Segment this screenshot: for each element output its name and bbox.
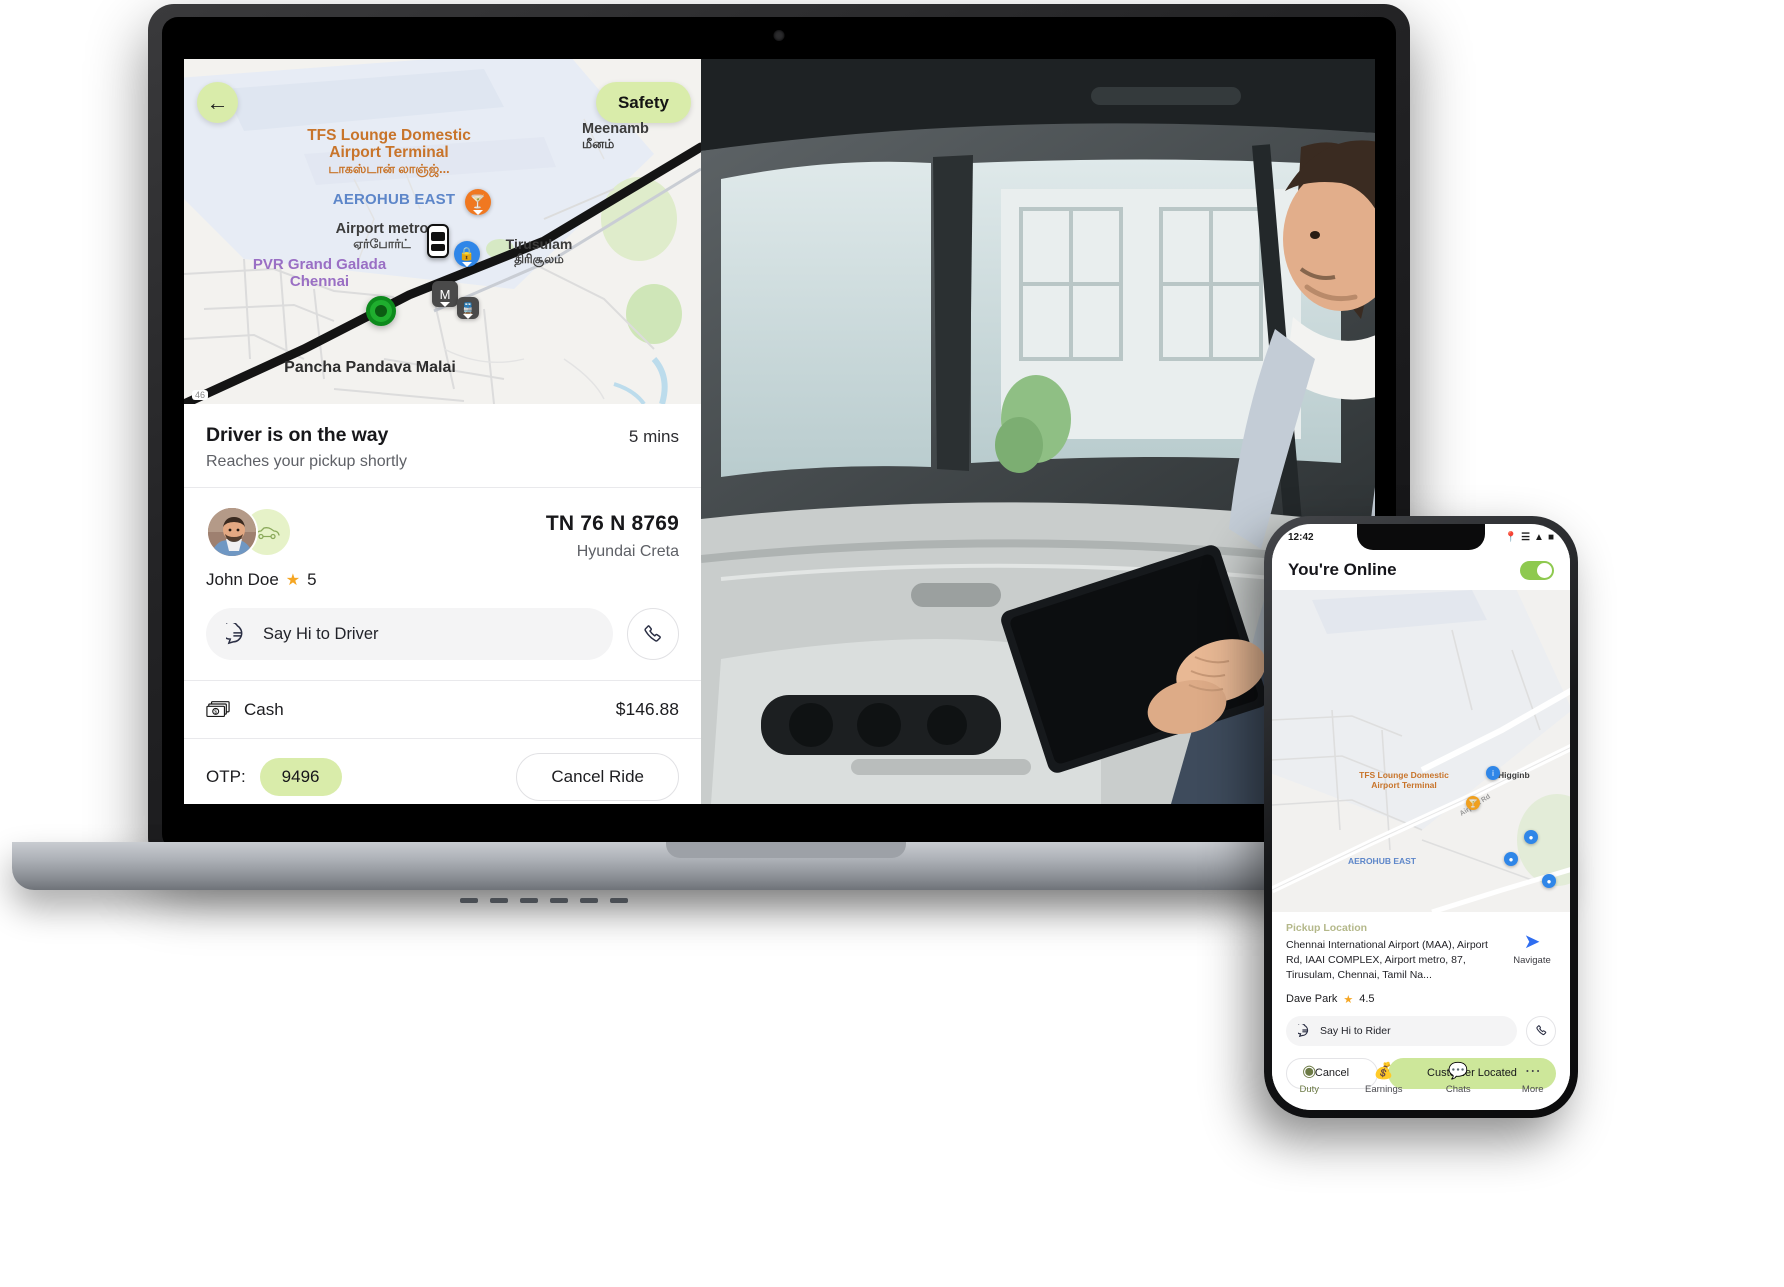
ride-eta: 5 mins	[628, 427, 679, 446]
laptop-trackpad-notch	[666, 842, 906, 858]
driver-block: John Doe ★ 5 TN 76 N 8769 Hyundai Creta	[184, 488, 701, 590]
phone-map-graphics	[1272, 590, 1570, 912]
lock-poi-icon[interactable]: 🔒	[454, 241, 480, 267]
driver-rating: 5	[307, 570, 317, 589]
rider-row: Dave Park ★ 4.5	[1272, 983, 1570, 1006]
ride-status-title: Driver is on the way	[206, 424, 389, 446]
say-hi-to-driver-label: Say Hi to Driver	[263, 624, 379, 643]
pickup-pin-icon	[366, 296, 396, 326]
call-rider-button[interactable]	[1526, 1015, 1556, 1046]
safety-button[interactable]: Safety	[595, 82, 691, 123]
laptop-vent-dots	[460, 898, 628, 903]
contact-row: Say Hi to Driver	[184, 590, 701, 680]
vehicle-plate: TN 76 N 8769	[545, 512, 679, 535]
tab-more-label: More	[1521, 1083, 1544, 1095]
earnings-icon: 💰	[1373, 1062, 1394, 1080]
ride-status-subtitle: Reaches your pickup shortly	[206, 453, 407, 470]
status-time: 12:42	[1288, 531, 1314, 543]
online-status-title: You're Online	[1288, 560, 1397, 579]
status-icons: 📍 ☰ ▲ ■	[1505, 532, 1554, 543]
webcam-icon	[773, 30, 785, 41]
online-status-row: You're Online	[1272, 550, 1570, 590]
chat-bubble-icon	[226, 622, 243, 644]
phone-map[interactable]: TFS Lounge Domestic Airport Terminal AER…	[1272, 590, 1570, 912]
navigation-arrow-icon: ➤	[1523, 931, 1541, 953]
driver-name: John Doe	[206, 570, 279, 589]
ride-map[interactable]: ← Safety TFS Lounge Domestic Airport Ter…	[184, 59, 701, 404]
phone-icon	[644, 625, 661, 642]
screenshot-root: ← Safety TFS Lounge Domestic Airport Ter…	[0, 0, 1784, 1287]
rider-name: Dave Park	[1286, 993, 1338, 1006]
tab-earnings[interactable]: 💰 Earnings	[1347, 1062, 1422, 1095]
ride-sheet: Driver is on the way Reaches your pickup…	[184, 404, 701, 804]
car-marker-icon	[427, 224, 449, 258]
avatar	[206, 506, 258, 558]
signal-icon: ☰	[1521, 531, 1531, 543]
star-icon: ★	[1343, 993, 1354, 1006]
pin-poi-icon[interactable]: ●	[1504, 852, 1518, 866]
arrow-left-icon: ←	[206, 89, 229, 115]
driver-name-row: John Doe ★ 5	[206, 570, 317, 590]
tab-chats-label: Chats	[1445, 1083, 1471, 1095]
navigate-label: Navigate	[1513, 955, 1551, 966]
map-back-button[interactable]: ←	[197, 82, 238, 123]
online-toggle[interactable]	[1520, 560, 1554, 580]
cash-icon: $	[206, 700, 230, 717]
phone-device: 12:42 📍 ☰ ▲ ■ You're Online TFS Lounge D…	[1264, 516, 1578, 1118]
vehicle-info: TN 76 N 8769 Hyundai Creta	[546, 506, 679, 561]
ride-panel: ← Safety TFS Lounge Domestic Airport Ter…	[184, 59, 701, 804]
chat-bubble-icon	[1298, 1023, 1309, 1037]
steering-wheel-icon: ◉	[1302, 1062, 1317, 1080]
battery-icon: ■	[1547, 531, 1554, 543]
safety-button-label: Safety	[617, 92, 669, 112]
more-dots-icon: ⋯	[1524, 1062, 1541, 1080]
cancel-ride-button[interactable]: Cancel Ride	[516, 753, 679, 801]
map-scale-badge: 46	[192, 390, 209, 400]
phone-bottom-nav: ◉ Duty 💰 Earnings 💬 Chats ⋯ More	[1272, 1052, 1570, 1106]
ride-status-header: Driver is on the way Reaches your pickup…	[184, 404, 701, 487]
tab-duty-label: Duty	[1299, 1083, 1320, 1095]
phone-icon	[1535, 1025, 1546, 1036]
laptop-screen: ← Safety TFS Lounge Domestic Airport Ter…	[184, 59, 1375, 804]
tab-earnings-label: Earnings	[1365, 1083, 1403, 1095]
svg-text:$: $	[214, 709, 217, 715]
chat-icon: 💬	[1448, 1062, 1469, 1080]
say-hi-to-rider-label: Say Hi to Rider	[1320, 1024, 1391, 1037]
call-driver-button[interactable]	[627, 608, 679, 660]
otp-label: OTP:	[206, 767, 246, 786]
navigate-button[interactable]: ➤ Navigate	[1506, 932, 1558, 966]
say-hi-to-rider-button[interactable]: Say Hi to Rider	[1286, 1015, 1517, 1046]
star-icon: ★	[285, 572, 301, 589]
phone-notch	[1357, 524, 1485, 550]
rider-rating: 4.5	[1359, 993, 1375, 1006]
otp-row: OTP: 9496 Cancel Ride	[184, 739, 701, 804]
bar-poi-icon[interactable]: 🍸	[1466, 796, 1480, 810]
info-poi-icon[interactable]: i	[1486, 766, 1500, 780]
bar-poi-icon[interactable]: 🍸	[465, 189, 491, 215]
payment-amount: $146.88	[615, 699, 679, 719]
phone-screen: 12:42 📍 ☰ ▲ ■ You're Online TFS Lounge D…	[1272, 524, 1570, 1110]
payment-method: Cash	[244, 699, 284, 719]
wifi-icon: ▲	[1534, 531, 1544, 543]
tab-duty[interactable]: ◉ Duty	[1272, 1062, 1347, 1095]
pickup-address: Chennai International Airport (MAA), Air…	[1286, 939, 1488, 981]
otp-value-badge: 9496	[259, 758, 342, 796]
metro-poi-icon[interactable]: M	[432, 281, 458, 307]
driver-avatar	[208, 508, 256, 556]
tab-chats[interactable]: 💬 Chats	[1421, 1062, 1496, 1095]
phone-contact-row: Say Hi to Rider	[1272, 1006, 1570, 1046]
phone-ride-card: Pickup Location Chennai International Ai…	[1272, 912, 1570, 1110]
tab-more[interactable]: ⋯ More	[1496, 1062, 1571, 1095]
location-icon: 📍	[1504, 531, 1518, 543]
pin-poi-icon[interactable]: ●	[1542, 874, 1556, 888]
payment-row[interactable]: $ Cash $146.88	[184, 681, 701, 738]
driver-avatars	[206, 506, 306, 558]
laptop-device: ← Safety TFS Lounge Domestic Airport Ter…	[12, 4, 1560, 890]
vehicle-model: Hyundai Creta	[576, 543, 679, 560]
train-poi-icon[interactable]: 🚆	[457, 297, 479, 319]
say-hi-to-driver-button[interactable]: Say Hi to Driver	[206, 608, 613, 660]
pin-poi-icon[interactable]: ●	[1524, 830, 1538, 844]
